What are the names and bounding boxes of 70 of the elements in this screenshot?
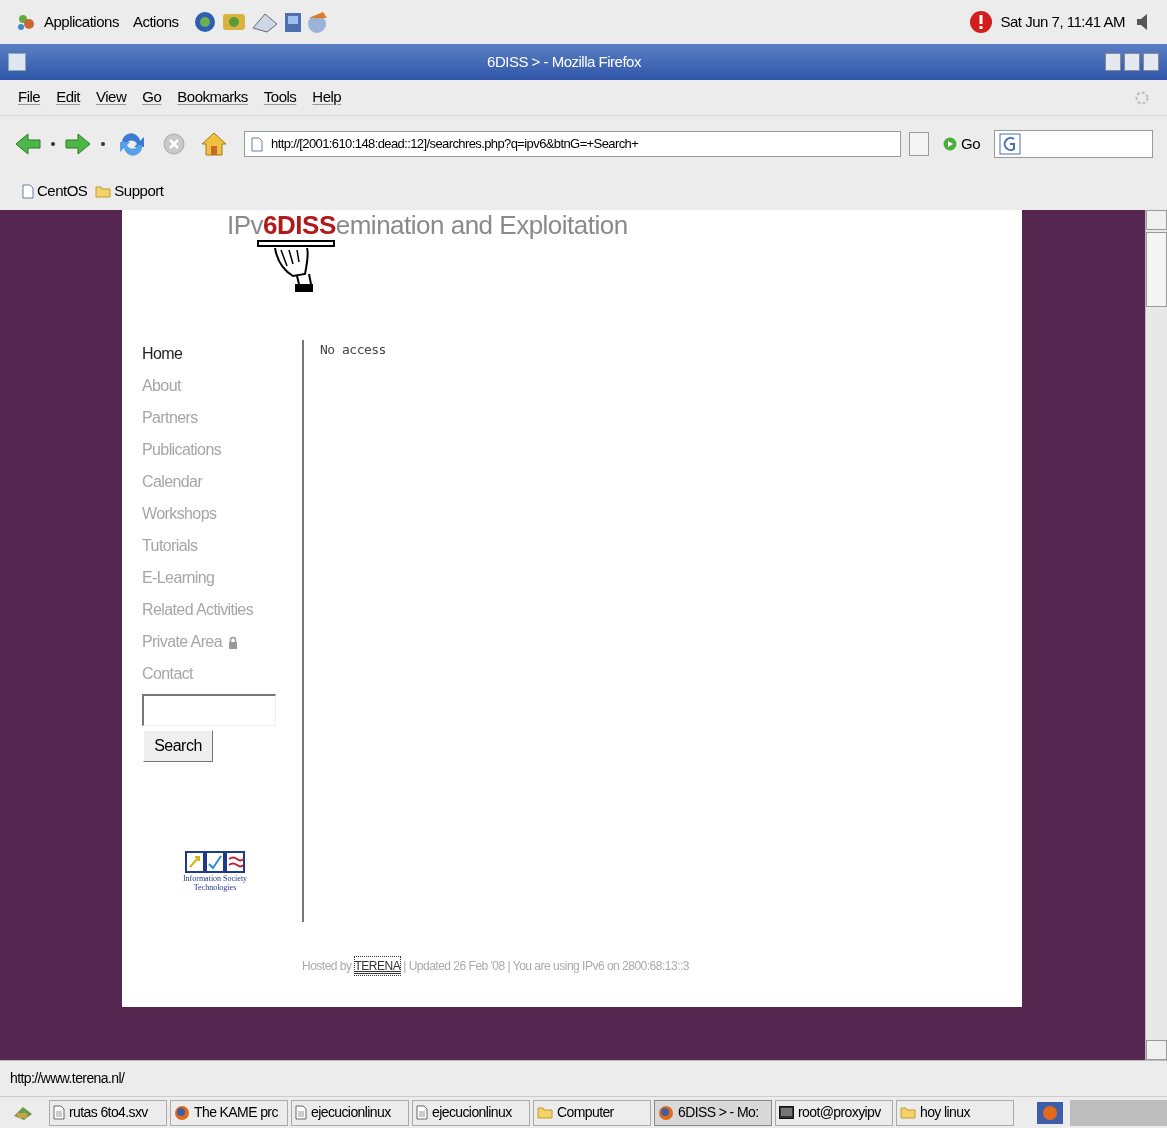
home-icon[interactable] [200, 131, 228, 157]
search-field[interactable] [994, 130, 1153, 158]
scroll-thumb[interactable] [1146, 232, 1167, 307]
sponsor-name: Information Society [182, 874, 248, 883]
caret-icon[interactable] [100, 141, 106, 147]
scroll-up-button[interactable] [1146, 210, 1167, 230]
folder-icon [95, 184, 112, 198]
clock[interactable]: Sat Jun 7, 11:41 AM [1000, 10, 1125, 34]
taskbar-button[interactable]: ejecucionlinux [412, 1099, 530, 1126]
taskbar-button[interactable]: hoy linux [896, 1099, 1014, 1126]
go-icon [943, 137, 957, 151]
panel-menu[interactable]: Actions [132, 10, 179, 34]
dropdown-button[interactable] [909, 132, 929, 156]
url-field[interactable]: http://[2001:610:148:dead::12]/searchres.php?q=ipv6&btnG=+Search+ [244, 131, 901, 157]
menu-item[interactable]: File [18, 86, 41, 109]
sponsor-subtitle: Technologies [193, 883, 237, 892]
taskbar-button[interactable]: rutas 6to4.sxv [49, 1099, 167, 1126]
close-button[interactable] [1143, 53, 1159, 71]
minimize-button[interactable] [1105, 53, 1121, 71]
tiles-icon [185, 850, 245, 874]
workspace-icon[interactable] [1037, 1101, 1063, 1124]
nav-link[interactable]: Home [142, 338, 302, 370]
throbber-icon [1135, 90, 1149, 105]
taskbar-button[interactable]: The KAME prc [170, 1099, 288, 1126]
taskbar-button[interactable]: Computer [533, 1099, 651, 1126]
search-button[interactable]: Search [143, 730, 213, 762]
window-menu-button[interactable] [8, 53, 26, 71]
panel-menu[interactable]: Applications [44, 10, 119, 34]
alert-icon [968, 10, 993, 34]
search-input[interactable] [142, 694, 276, 726]
terminal-icon [779, 1106, 794, 1119]
footer-text: Hosted by [302, 958, 352, 975]
taskbar-button[interactable]: root@proxyipv [775, 1099, 893, 1126]
document-icon [416, 1105, 428, 1120]
bookmark-item[interactable]: CentOS [22, 179, 88, 203]
page-icon [22, 183, 34, 199]
taskbar-button[interactable]: ejecucionlinux [291, 1099, 409, 1126]
page-icon [251, 136, 263, 152]
status-text: http://www.terena.nl/ [10, 1069, 125, 1088]
document-icon [295, 1105, 307, 1120]
status-message: No access [320, 341, 387, 359]
window-title: 6DISS > - Mozilla Firefox [486, 51, 642, 72]
host-link[interactable]: TERENA [353, 956, 402, 976]
go-button[interactable]: Go [943, 132, 980, 156]
globe-icon [658, 1104, 674, 1121]
reload-icon[interactable] [118, 131, 146, 157]
document-icon [53, 1105, 65, 1120]
menu-item[interactable]: Edit [56, 86, 81, 109]
footer-text: | Updated 26 Feb '08 | You are using IPv6 on 2800:68:13::3 [403, 958, 689, 975]
scroll-down-button[interactable] [1146, 1040, 1167, 1060]
folder-icon [900, 1106, 916, 1119]
stop-icon[interactable] [162, 132, 186, 156]
back-icon[interactable] [14, 132, 42, 156]
globe-icon [174, 1104, 190, 1121]
menu-item[interactable]: Tools [263, 86, 297, 109]
menu-item[interactable]: Help [312, 86, 342, 109]
menu-item[interactable]: Bookmarks [177, 86, 248, 109]
site-logo-title: IPv6DISSemination and Exploitation [227, 210, 629, 240]
taskbar-button[interactable]: 6DISS > - Mo: [654, 1099, 772, 1126]
lock-icon [227, 635, 238, 649]
workspace-switcher[interactable] [1070, 1099, 1167, 1126]
folder-icon [537, 1106, 553, 1119]
search-engine-icon[interactable] [999, 133, 1021, 155]
menu-item[interactable]: View [96, 86, 127, 109]
caret-icon[interactable] [50, 141, 56, 147]
bookmark-item[interactable]: Support [95, 179, 164, 203]
forward-icon[interactable] [64, 132, 92, 156]
maximize-button[interactable] [1124, 53, 1140, 71]
scrollbar[interactable] [1145, 210, 1167, 1060]
menu-item[interactable]: Go [142, 86, 162, 109]
